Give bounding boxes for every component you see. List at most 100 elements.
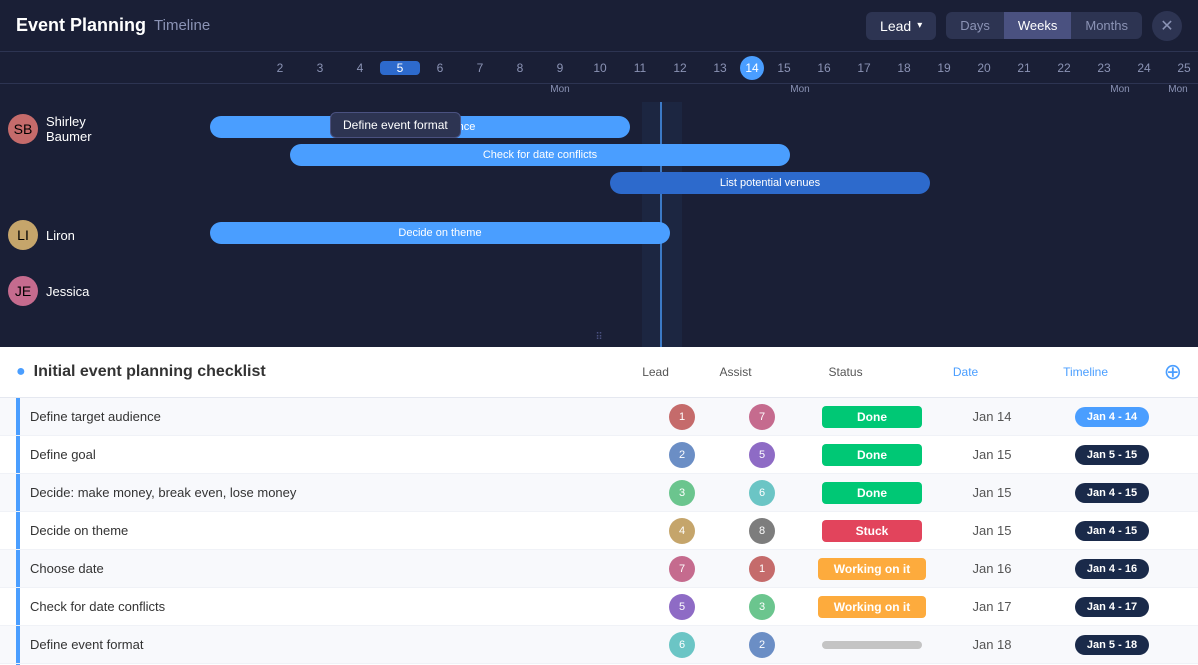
assist-avatar[interactable]: 7 (749, 404, 775, 430)
task-assist-avatar: 6 (722, 480, 802, 506)
person-name-jessica: Jessica (46, 284, 89, 299)
date-11: 11 (620, 61, 660, 75)
task-row[interactable]: Define event format 6 2 Jan 18 Jan 5 - 1… (0, 626, 1198, 664)
date-6: 6 (420, 61, 460, 75)
assist-avatar[interactable]: 6 (749, 480, 775, 506)
bar-list-venues[interactable]: List potential venues (610, 172, 930, 194)
bar-check-conflicts[interactable]: Check for date conflicts (290, 144, 790, 166)
task-indent (16, 474, 20, 511)
task-timeline: Jan 4 - 15 (1042, 521, 1182, 541)
list-icon: ● (16, 363, 26, 381)
task-indent (16, 398, 20, 435)
task-status: Done (802, 482, 942, 504)
lead-avatar[interactable]: 7 (669, 556, 695, 582)
shirley-bars: Define target audience Check for date co… (130, 110, 1198, 200)
task-lead-avatar: 4 (642, 518, 722, 544)
task-lead-avatar: 1 (642, 404, 722, 430)
task-name: Define target audience (30, 409, 642, 424)
person-shirley: SB Shirley Baumer (8, 110, 130, 144)
assist-avatar[interactable]: 5 (749, 442, 775, 468)
date-10: 10 (580, 61, 620, 75)
task-row[interactable]: Define target audience 1 7 Done Jan 14 J… (0, 398, 1198, 436)
task-status: Stuck (802, 520, 942, 542)
bar-decide-theme[interactable]: Decide on theme (210, 222, 670, 244)
lead-button[interactable]: Lead ▾ (866, 12, 936, 40)
task-lead-avatar: 2 (642, 442, 722, 468)
col-header-lead: Lead (616, 365, 696, 379)
task-timeline: Jan 5 - 18 (1042, 635, 1182, 655)
status-badge (822, 641, 922, 649)
task-name: Check for date conflicts (30, 599, 642, 614)
date-25: 25 (1164, 61, 1198, 75)
close-button[interactable]: ✕ (1152, 11, 1182, 41)
drag-handle[interactable]: ⠿ (575, 328, 622, 347)
app-title: Event Planning (16, 15, 146, 36)
task-timeline: Jan 4 - 16 (1042, 559, 1182, 579)
today-marker: 14 (740, 56, 764, 80)
task-status: Working on it (802, 596, 942, 618)
task-lead-avatar: 6 (642, 632, 722, 658)
col-header-status: Status (776, 365, 916, 379)
status-badge: Done (822, 482, 922, 504)
bar-define-target[interactable]: Define target audience (210, 116, 630, 138)
task-row[interactable]: Define goal 2 5 Done Jan 15 Jan 5 - 15 (0, 436, 1198, 474)
lead-avatar[interactable]: 6 (669, 632, 695, 658)
task-row[interactable]: Decide on theme 4 8 Stuck Jan 15 Jan 4 -… (0, 512, 1198, 550)
mon-label-29: Mon (1158, 84, 1198, 102)
task-date: Jan 15 (942, 485, 1042, 500)
task-date: Jan 15 (942, 447, 1042, 462)
date-19: 19 (924, 61, 964, 75)
task-assist-avatar: 5 (722, 442, 802, 468)
date-16: 16 (804, 61, 844, 75)
task-row[interactable]: Choose date 7 1 Working on it Jan 16 Jan… (0, 550, 1198, 588)
assist-avatar[interactable]: 8 (749, 518, 775, 544)
task-row[interactable]: Decide: make money, break even, lose mon… (0, 474, 1198, 512)
lead-avatar[interactable]: 3 (669, 480, 695, 506)
list-title-row: ● Initial event planning checklist (16, 363, 616, 381)
weeks-view-button[interactable]: Weeks (1004, 12, 1072, 39)
task-indent (16, 512, 20, 549)
task-timeline: Jan 4 - 17 (1042, 597, 1182, 617)
status-badge: Done (822, 406, 922, 428)
date-7: 7 (460, 61, 500, 75)
task-row[interactable]: Check for date conflicts 5 3 Working on … (0, 588, 1198, 626)
task-assist-avatar: 7 (722, 404, 802, 430)
day-row: Mon Mon Mon Mon (0, 84, 1198, 102)
task-indent (16, 436, 20, 473)
task-status: Done (802, 444, 942, 466)
lead-avatar[interactable]: 1 (669, 404, 695, 430)
lead-avatar[interactable]: 4 (669, 518, 695, 544)
person-jessica: JE Jessica (8, 272, 130, 306)
lead-avatar[interactable]: 5 (669, 594, 695, 620)
assist-avatar[interactable]: 2 (749, 632, 775, 658)
date-5: 5 (380, 61, 420, 75)
lead-label: Lead (880, 18, 911, 34)
timeline-pill: Jan 5 - 18 (1075, 635, 1149, 655)
days-view-button[interactable]: Days (946, 12, 1004, 39)
task-status: Working on it (802, 558, 942, 580)
task-timeline: Jan 4 - 15 (1042, 483, 1182, 503)
task-assist-avatar: 3 (722, 594, 802, 620)
date-3: 3 (300, 61, 340, 75)
list-header: ● Initial event planning checklist Lead … (0, 347, 1198, 398)
add-task-button[interactable]: ⊕ (1164, 359, 1182, 385)
task-date: Jan 14 (942, 409, 1042, 424)
date-13: 13 (700, 61, 740, 75)
person-name-shirley: Shirley Baumer (46, 114, 130, 144)
months-view-button[interactable]: Months (1071, 12, 1142, 39)
assist-avatar[interactable]: 3 (749, 594, 775, 620)
lead-avatar[interactable]: 2 (669, 442, 695, 468)
date-4: 4 (340, 61, 380, 75)
date-12: 12 (660, 61, 700, 75)
date-9: 9 (540, 61, 580, 75)
date-row: 2 3 4 5 6 7 8 9 10 11 12 13 14 15 16 17 … (0, 52, 1198, 84)
assist-avatar[interactable]: 1 (749, 556, 775, 582)
task-indent (16, 550, 20, 587)
avatar-jessica: JE (8, 276, 38, 306)
task-lead-avatar: 7 (642, 556, 722, 582)
status-badge: Stuck (822, 520, 922, 542)
date-18: 18 (884, 61, 924, 75)
date-8: 8 (500, 61, 540, 75)
task-indent (16, 626, 20, 663)
date-2: 2 (260, 61, 300, 75)
